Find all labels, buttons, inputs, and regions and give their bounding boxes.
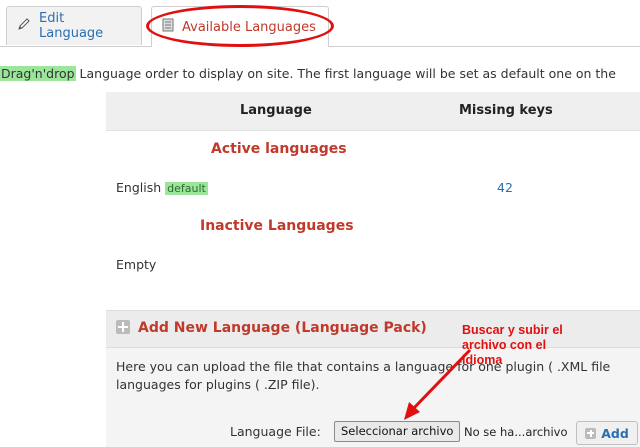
tab-bar: Edit Language Available Languages (0, 0, 640, 47)
plus-icon (116, 320, 130, 334)
language-name: English (116, 180, 162, 195)
tab-edit-language-label: Edit Language (39, 11, 104, 41)
annotation-line1: Buscar y subir el (462, 323, 563, 337)
tab-available-languages[interactable]: Available Languages (151, 6, 329, 47)
annotation-line3: idioma (462, 353, 503, 367)
drag-drop-text: Language order to display on site. The f… (75, 66, 616, 81)
language-row-english[interactable]: English default (116, 180, 208, 195)
add-button[interactable]: Add (576, 421, 638, 445)
choose-file-button[interactable]: Seleccionar archivo (334, 421, 461, 442)
add-language-title: Add New Language (Language Pack) (138, 320, 427, 336)
missing-keys-link[interactable]: 42 (497, 180, 513, 195)
language-file-label: Language File: (230, 424, 321, 439)
column-header-missing-keys: Missing keys (459, 103, 553, 118)
default-badge: default (165, 182, 208, 195)
column-header-language: Language (240, 103, 312, 118)
annotation-line2: archivo con el (462, 338, 547, 352)
tab-edit-language[interactable]: Edit Language (6, 6, 142, 45)
annotation-note: Buscar y subir el archivo con el idioma (462, 323, 612, 368)
drag-drop-highlight: Drag'n'drop (0, 66, 76, 81)
document-icon (162, 18, 174, 36)
file-upload-row: Language File: Seleccionar archivo No se… (106, 421, 640, 445)
inactive-languages-title: Inactive Languages (200, 218, 354, 234)
active-languages-title: Active languages (211, 141, 347, 157)
plus-icon (585, 427, 597, 439)
languages-table-header: Language Missing keys (106, 92, 640, 131)
pencil-icon (17, 17, 31, 35)
inactive-empty-text: Empty (116, 257, 157, 272)
add-button-label: Add (601, 425, 629, 441)
file-status-text: No se ha...archivo (464, 425, 568, 439)
drag-drop-info: Drag'n'drop Language order to display on… (0, 66, 616, 81)
upload-description-line2: languages for plugins ( .ZIP file). (116, 377, 320, 392)
tab-available-languages-label: Available Languages (182, 19, 316, 35)
